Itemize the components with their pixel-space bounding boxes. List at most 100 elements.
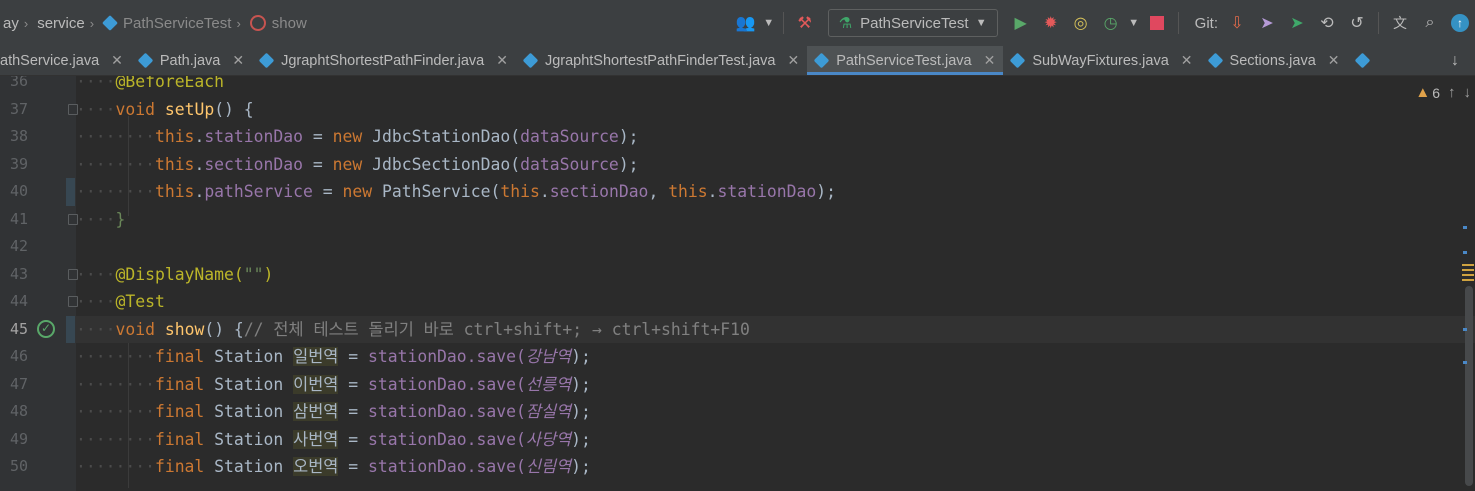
code-line: ········this.stationDao = new JdbcStatio… (76, 127, 639, 146)
editor-tab[interactable]: Sections.java ✕ (1201, 46, 1348, 75)
editor-tab[interactable]: Path.java ✕ (131, 46, 252, 75)
close-icon[interactable]: ✕ (111, 52, 123, 69)
code-area[interactable]: ····@BeforeEach ····void setUp() { ·····… (76, 76, 1475, 491)
test-flask-icon: ⚗ (838, 15, 853, 32)
code-line: ········final Station 삼번역 = stationDao.s… (76, 402, 591, 421)
toolbar: 👥 ▼ ⚒ ⚗ PathServiceTest ▼ ▶ ✹ ◎ ◷ ▼ Git:… (731, 0, 1475, 46)
run-configuration-select[interactable]: ⚗ PathServiceTest ▼ (827, 9, 998, 37)
breadcrumb-label: service (37, 14, 85, 32)
code-line: ····@Test (76, 292, 165, 311)
change-stripe-mark[interactable] (1463, 226, 1467, 229)
code-editor[interactable]: 36 37 38 39 40 41 42 43 44 45 ✓ 46 47 48 … (0, 76, 1475, 491)
tab-label: athService.java (0, 52, 100, 69)
tab-overflow: ↓ (1451, 46, 1475, 75)
editor-tab[interactable]: SubWayFixtures.java ✕ (1003, 46, 1200, 75)
warning-stripe-mark[interactable] (1462, 274, 1474, 276)
warning-stripe-mark[interactable] (1462, 279, 1474, 281)
close-icon[interactable]: ✕ (1328, 52, 1340, 69)
chevron-down-icon[interactable]: ▼ (763, 10, 775, 36)
chevron-right-icon: › (23, 15, 29, 31)
gutter-line: 39 (9, 154, 28, 173)
code-line: ········final Station 이번역 = stationDao.s… (76, 374, 591, 394)
close-icon[interactable]: ✕ (232, 52, 244, 69)
breadcrumb-item[interactable]: ay (0, 0, 22, 46)
class-icon (813, 52, 830, 69)
class-icon (258, 52, 275, 69)
debug-bug-icon[interactable]: ✹ (1038, 10, 1064, 36)
rollback-icon[interactable]: ↺ (1344, 10, 1370, 36)
translate-icon[interactable]: 文 (1387, 10, 1413, 36)
arrow-down-icon[interactable]: ↓ (1451, 52, 1459, 70)
warning-count: 6 (1432, 84, 1440, 101)
gutter-line: 36 (9, 76, 28, 90)
breadcrumb-label: show (271, 14, 307, 32)
navigation-bar: ay › service › PathServiceTest › show 👥 … (0, 0, 1475, 46)
class-icon (102, 15, 118, 31)
tab-label: Path.java (159, 52, 221, 69)
code-line: ····@DisplayName("") (76, 264, 274, 284)
code-line-current: ····void show() {// 전체 테스트 돌리기 바로 ctrl+s… (76, 315, 1475, 343)
coverage-icon[interactable]: ◎ (1068, 10, 1094, 36)
method-icon (249, 15, 266, 31)
warning-stripe-mark[interactable] (1462, 264, 1474, 266)
warning-icon: ▲ (1415, 84, 1431, 101)
change-stripe-mark[interactable] (1463, 361, 1467, 364)
breadcrumb-label: ay (3, 14, 19, 32)
breadcrumb-label: PathServiceTest (123, 14, 232, 32)
editor-tab[interactable]: athService.java ✕ (0, 46, 131, 75)
gutter-line: 43 (0, 261, 78, 289)
breadcrumb-item[interactable]: PathServiceTest (100, 0, 234, 46)
vertical-scrollbar[interactable] (1461, 76, 1475, 491)
close-icon[interactable]: ✕ (1181, 52, 1193, 69)
editor-tabs: athService.java ✕ Path.java ✕ JgraphtSho… (0, 46, 1475, 76)
chevron-down-icon: ▼ (975, 17, 987, 29)
change-stripe-mark[interactable] (1463, 251, 1467, 254)
warning-stripe-mark[interactable] (1462, 269, 1474, 271)
chevron-down-icon[interactable]: ▼ (1128, 10, 1140, 36)
gutter-line: 49 (9, 429, 28, 448)
change-marker[interactable] (66, 315, 75, 343)
build-hammer-icon[interactable]: ⚒ (792, 10, 818, 36)
gutter-line: 48 (9, 402, 28, 420)
editor-tab[interactable]: JgraphtShortestPathFinder.java ✕ (252, 46, 516, 75)
close-icon[interactable]: ✕ (984, 52, 996, 69)
git-commit-icon[interactable]: ➤ (1254, 10, 1280, 36)
class-icon (522, 52, 539, 69)
test-passed-icon[interactable]: ✓ (37, 319, 55, 338)
breadcrumb-item[interactable]: show (247, 0, 310, 46)
close-icon[interactable]: ✕ (787, 52, 799, 69)
profiler-icon[interactable]: ◷ (1098, 10, 1124, 36)
tab-label: JgraphtShortestPathFinderTest.java (544, 52, 776, 69)
tab-label: Sections.java (1229, 52, 1316, 69)
chevron-right-icon: › (89, 15, 95, 31)
gutter-line: 40 (0, 178, 76, 206)
gutter-line: 47 (9, 374, 28, 393)
change-stripe-mark[interactable] (1463, 328, 1467, 331)
toolbar-divider (1177, 12, 1179, 34)
editor-tab-active[interactable]: PathServiceTest.java ✕ (807, 46, 1004, 75)
breadcrumb-item[interactable]: service (34, 0, 88, 46)
run-configuration-label: PathServiceTest (860, 14, 969, 32)
gutter-line: 44 (0, 288, 78, 316)
git-push-icon[interactable]: ➤ (1284, 10, 1310, 36)
tab-label: PathServiceTest.java (836, 52, 972, 69)
class-icon (1354, 52, 1370, 69)
scrollbar-thumb[interactable] (1465, 286, 1473, 486)
tab-label: JgraphtShortestPathFinder.java (281, 52, 485, 69)
search-icon[interactable]: ⌕ (1417, 10, 1443, 36)
update-icon[interactable]: ↑ (1447, 10, 1473, 36)
change-marker[interactable] (66, 178, 75, 206)
code-line: ········this.sectionDao = new JdbcSectio… (76, 154, 639, 174)
stop-icon[interactable] (1144, 10, 1170, 36)
history-icon[interactable]: ⟲ (1314, 10, 1340, 36)
tab-label: SubWayFixtures.java (1032, 52, 1169, 69)
editor-tab[interactable] (1348, 46, 1377, 75)
run-icon[interactable]: ▶ (1008, 10, 1034, 36)
close-icon[interactable]: ✕ (496, 52, 508, 69)
class-icon (137, 52, 154, 69)
editor-tab[interactable]: JgraphtShortestPathFinderTest.java ✕ (516, 46, 807, 75)
git-update-icon[interactable]: ⇩ (1224, 10, 1250, 36)
toolbar-divider (1378, 12, 1379, 34)
users-icon[interactable]: 👥 (733, 10, 759, 36)
arrow-up-icon[interactable]: ↑ (1448, 84, 1456, 101)
